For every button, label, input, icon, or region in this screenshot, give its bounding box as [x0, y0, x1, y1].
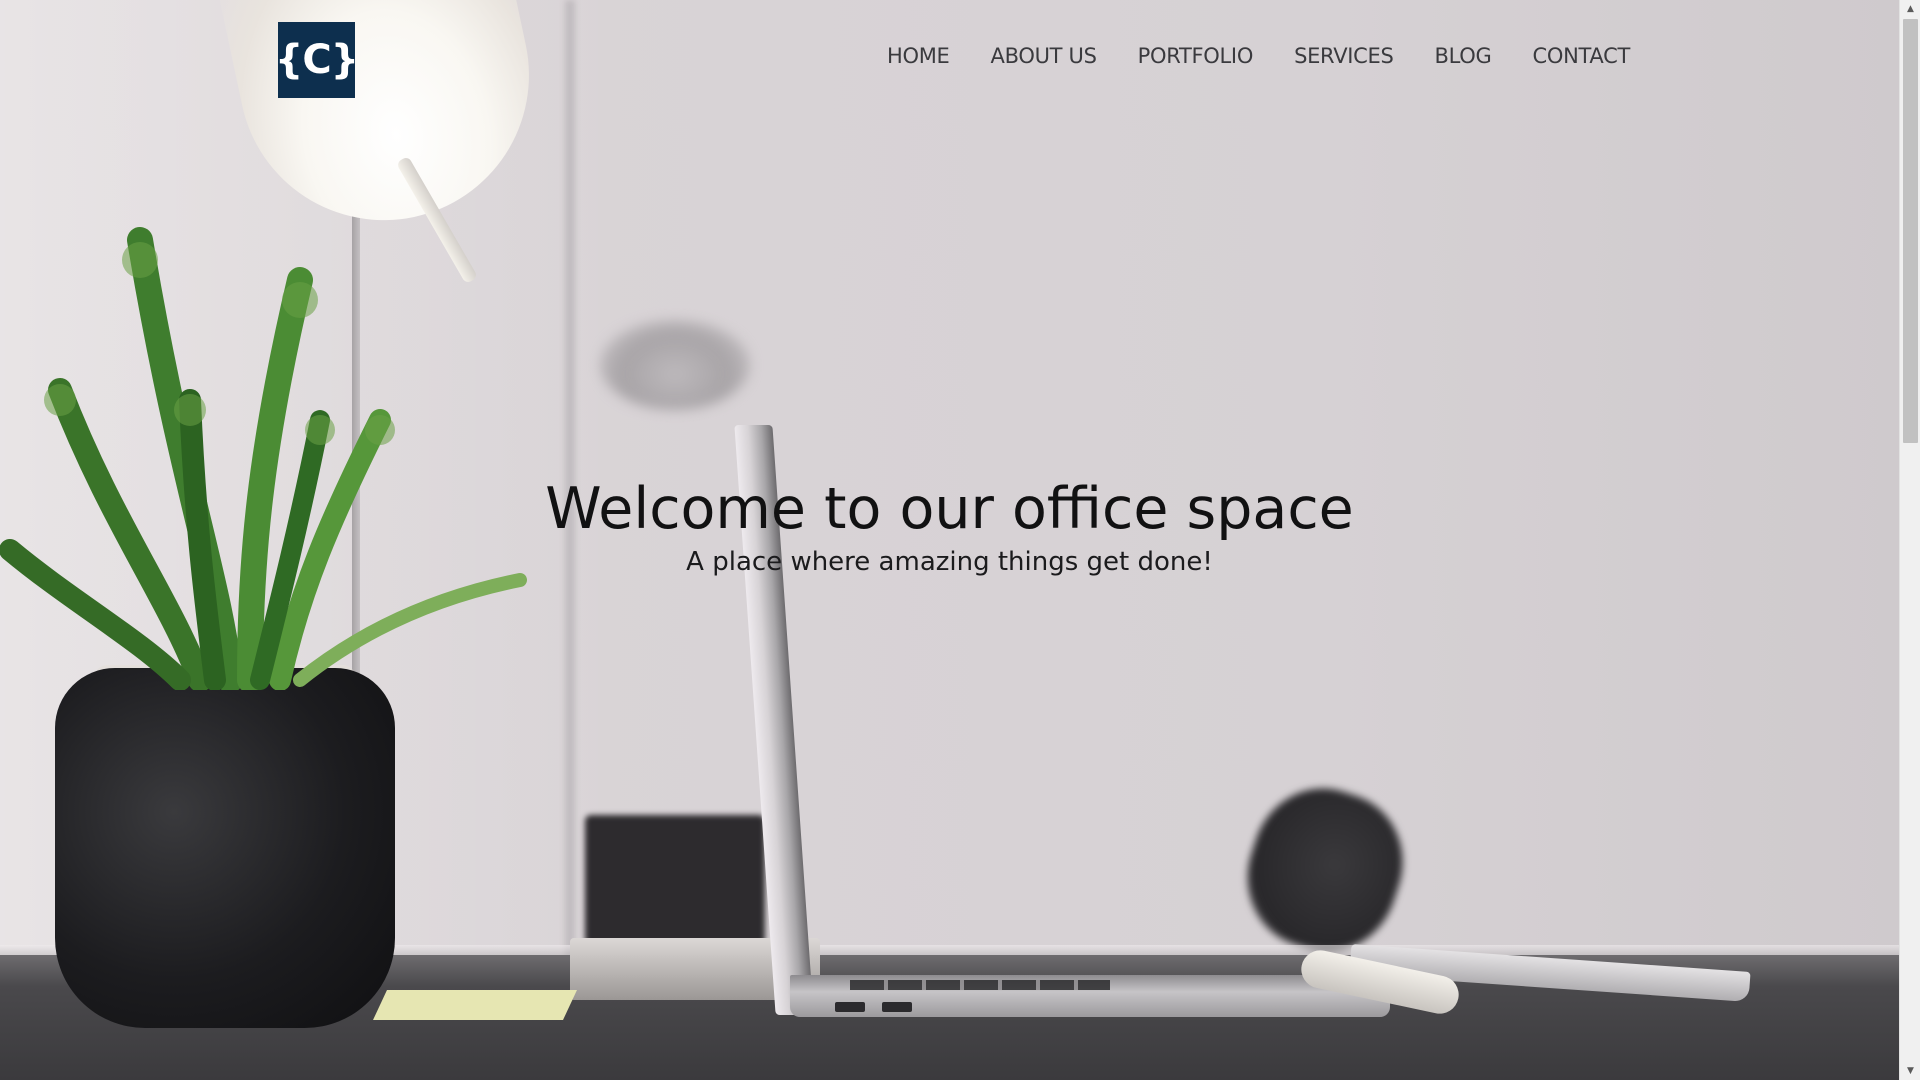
main-nav: HOME ABOUT US PORTFOLIO SERVICES BLOG CO… — [887, 40, 1631, 72]
page-viewport: {C} HOME ABOUT US PORTFOLIO SERVICES BLO… — [0, 0, 1899, 1080]
background-lamp — [600, 320, 750, 410]
nav-item-portfolio[interactable]: PORTFOLIO — [1138, 44, 1254, 68]
nav-item-home[interactable]: HOME — [887, 44, 950, 68]
page-scrollbar[interactable]: ▲ ▼ — [1899, 0, 1920, 1080]
speaker-object — [1228, 770, 1422, 970]
laptop-keys — [850, 980, 1110, 990]
nav-item-services[interactable]: SERVICES — [1294, 44, 1394, 68]
laptop-port — [835, 1002, 865, 1012]
nav-item-about-us[interactable]: ABOUT US — [991, 44, 1097, 68]
logo-text: {C} — [274, 37, 359, 83]
sticky-notes — [373, 990, 577, 1020]
hero-section: Welcome to our office space A place wher… — [0, 478, 1899, 578]
nav-item-contact[interactable]: CONTACT — [1533, 44, 1631, 68]
laptop-port — [882, 1002, 912, 1012]
scrollbar-thumb[interactable] — [1903, 19, 1918, 443]
chevron-down-icon[interactable]: ▼ — [1900, 1062, 1920, 1080]
dark-object — [585, 815, 765, 945]
chevron-up-icon[interactable]: ▲ — [1900, 0, 1920, 18]
nav-item-blog[interactable]: BLOG — [1435, 44, 1492, 68]
hero-title: Welcome to our office space — [545, 476, 1354, 542]
plant-foliage — [0, 220, 600, 690]
site-logo[interactable]: {C} — [274, 22, 359, 98]
plant-jar — [55, 668, 395, 1028]
hero-subtitle: A place where amazing things get done! — [686, 546, 1213, 577]
